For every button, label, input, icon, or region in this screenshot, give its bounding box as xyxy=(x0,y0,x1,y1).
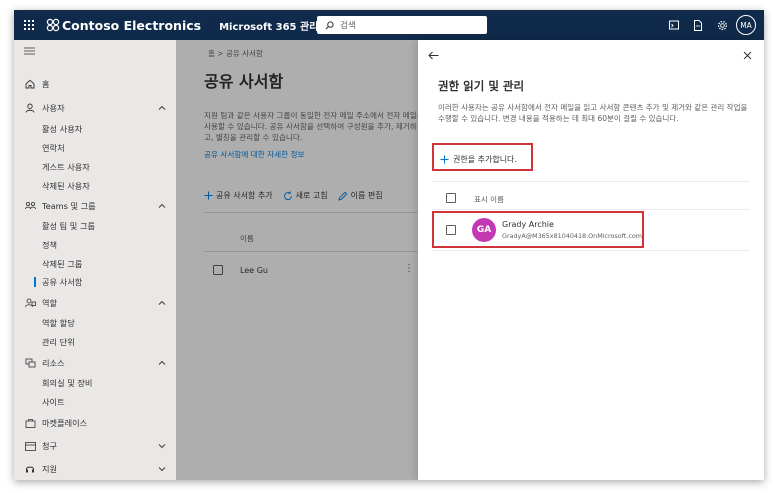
brand[interactable]: Contoso Electronics xyxy=(46,18,201,33)
waffle-icon xyxy=(24,20,34,30)
terminal-button[interactable] xyxy=(662,10,686,40)
sidebar-item-label: 마켓플레이스 xyxy=(42,418,88,428)
close-icon[interactable] xyxy=(743,51,752,60)
chevron-down-icon xyxy=(158,444,166,449)
sidebar-item-support[interactable]: 지원 xyxy=(14,460,176,478)
document-button[interactable] xyxy=(686,10,710,40)
highlight-box xyxy=(432,211,644,248)
top-bar: Contoso Electronics Microsoft 365 관리 센터 … xyxy=(14,10,764,40)
sidebar-item-label: 홈 xyxy=(42,79,50,89)
app-launcher-button[interactable] xyxy=(16,10,42,40)
roles-icon xyxy=(24,298,36,308)
sidebar-item-label: 사용자 xyxy=(42,103,65,113)
sidebar-item-admin-units[interactable]: 관리 단위 xyxy=(14,333,176,351)
search-placeholder: 검색 xyxy=(340,21,356,31)
member-name[interactable]: Grady Archie xyxy=(502,220,554,229)
marketplace-icon xyxy=(25,419,35,428)
sidebar: 홈 사용자 활성 사용자 연락처 게스트 사용자 삭제된 사용자 Teams 및… xyxy=(14,40,176,480)
person-icon xyxy=(25,103,35,113)
search-icon xyxy=(325,20,334,29)
chevron-up-icon xyxy=(158,203,166,208)
home-icon xyxy=(25,79,35,89)
sidebar-item-policies[interactable]: 정책 xyxy=(14,236,176,254)
divider xyxy=(432,250,750,251)
contoso-logo-icon xyxy=(46,18,60,32)
sidebar-item-shared-mailboxes[interactable]: 공유 사서함 xyxy=(14,273,176,291)
sidebar-item-contacts[interactable]: 연락처 xyxy=(14,139,176,157)
permissions-panel: 권한 읽기 및 관리 이러한 사용자는 공유 사서함에서 전자 메일을 읽고 사… xyxy=(418,40,764,480)
plus-icon xyxy=(440,155,449,163)
member-avatar: GA xyxy=(472,218,496,242)
sidebar-item-home[interactable]: 홈 xyxy=(14,75,176,93)
sidebar-item-deleted-users[interactable]: 삭제된 사용자 xyxy=(14,177,176,195)
sidebar-item-label: 삭제된 사용자 xyxy=(42,181,90,191)
sidebar-item-deleted-groups[interactable]: 삭제된 그룹 xyxy=(14,255,176,273)
brand-name: Contoso Electronics xyxy=(62,17,202,33)
sidebar-item-billing[interactable]: 청구 xyxy=(14,437,176,455)
sidebar-item-label: 지원 xyxy=(42,464,58,474)
sidebar-item-sites[interactable]: 사이트 xyxy=(14,393,176,411)
sidebar-item-label: 역할 할당 xyxy=(42,318,75,328)
chevron-up-icon xyxy=(158,300,166,305)
sidebar-item-label: 게스트 사용자 xyxy=(42,162,90,172)
divider xyxy=(432,209,750,210)
select-all-checkbox[interactable] xyxy=(446,193,456,203)
sidebar-item-label: 활성 팀 및 그룹 xyxy=(42,221,96,231)
sidebar-item-label: 청구 xyxy=(42,441,58,451)
column-header-display-name[interactable]: 표시 이름 xyxy=(474,194,504,205)
app-window: Contoso Electronics Microsoft 365 관리 센터 … xyxy=(14,10,764,480)
sidebar-item-role-assignments[interactable]: 역할 할당 xyxy=(14,314,176,332)
add-permissions-label: 권한을 추가합니다. xyxy=(453,154,517,164)
billing-icon xyxy=(24,441,36,451)
sidebar-item-marketplace[interactable]: 마켓플레이스 xyxy=(14,414,176,432)
panel-description: 이러한 사용자는 공유 사서함에서 전자 메일을 읽고 사서함 콘텐츠 추가 및… xyxy=(438,103,748,123)
chevron-up-icon xyxy=(158,360,166,365)
back-arrow-icon[interactable] xyxy=(428,51,439,60)
sidebar-item-users[interactable]: 사용자 xyxy=(14,99,176,117)
settings-button[interactable] xyxy=(710,10,734,40)
sidebar-item-label: 활성 사용자 xyxy=(42,124,83,134)
sidebar-item-active-users[interactable]: 활성 사용자 xyxy=(14,120,176,138)
member-row-checkbox[interactable] xyxy=(446,225,456,235)
divider xyxy=(432,181,750,182)
hamburger-icon[interactable] xyxy=(24,47,35,55)
sidebar-item-label: 리소스 xyxy=(42,358,65,368)
sidebar-item-rooms-equipment[interactable]: 회의실 및 장비 xyxy=(14,374,176,392)
support-icon xyxy=(26,466,34,473)
member-email: GradyA@M365x81040418.OnMicrosoft.com xyxy=(502,232,642,240)
sidebar-item-label: 회의실 및 장비 xyxy=(42,378,93,388)
panel-title: 권한 읽기 및 관리 xyxy=(438,79,525,93)
sidebar-item-label: 공유 사서함 xyxy=(42,277,83,287)
sidebar-item-teams-groups[interactable]: Teams 및 그룹 xyxy=(14,197,176,215)
gear-icon xyxy=(717,20,727,30)
user-avatar[interactable]: MA xyxy=(736,15,756,35)
chevron-down-icon xyxy=(158,467,166,472)
sidebar-item-label: 관리 단위 xyxy=(42,337,75,347)
sidebar-item-label: 연락처 xyxy=(42,143,65,153)
terminal-icon xyxy=(669,20,679,30)
sidebar-item-label: Teams 및 그룹 xyxy=(42,201,96,211)
sidebar-item-label: 역할 xyxy=(42,298,58,308)
sidebar-item-label: 정책 xyxy=(42,240,58,250)
sidebar-item-resources[interactable]: 리소스 xyxy=(14,354,176,372)
sidebar-item-roles[interactable]: 역할 xyxy=(14,294,176,312)
resources-icon xyxy=(25,358,35,368)
add-permissions-button[interactable]: 권한을 추가합니다. xyxy=(436,150,534,168)
sidebar-item-active-teams-groups[interactable]: 활성 팀 및 그룹 xyxy=(14,217,176,235)
search-box[interactable]: 검색 xyxy=(317,16,487,34)
sidebar-item-label: 사이트 xyxy=(42,397,65,407)
sidebar-item-guest-users[interactable]: 게스트 사용자 xyxy=(14,158,176,176)
document-icon xyxy=(694,19,702,31)
teams-groups-icon xyxy=(24,201,36,210)
chevron-up-icon xyxy=(158,105,166,110)
sidebar-item-label: 삭제된 그룹 xyxy=(42,259,83,269)
